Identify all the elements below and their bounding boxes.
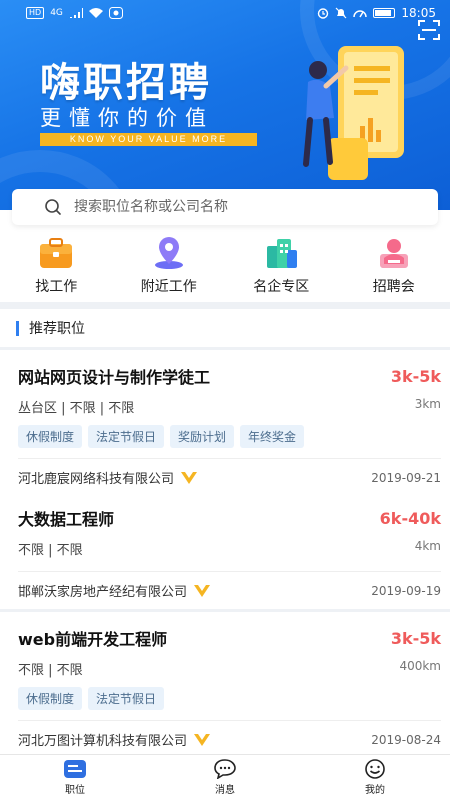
verified-badge-icon xyxy=(194,733,211,746)
job-title: 大数据工程师 xyxy=(18,510,115,529)
benefit-tag: 休假制度 xyxy=(18,425,83,448)
search-input[interactable] xyxy=(74,199,404,215)
benefit-tag: 法定节假日 xyxy=(88,687,165,710)
bottom-nav-profile[interactable]: 我的 xyxy=(330,759,420,796)
recommended-section-header: 推荐职位 xyxy=(0,309,450,347)
quick-nav-label: 附近工作 xyxy=(140,279,197,295)
buildings-icon xyxy=(267,239,298,268)
hero-title: 嗨职招聘 xyxy=(40,60,212,106)
mute-icon xyxy=(335,7,347,19)
quick-nav-label: 招聘会 xyxy=(372,279,415,295)
alarm-icon xyxy=(318,8,329,19)
clock: 18:05 xyxy=(401,6,436,20)
job-list-icon xyxy=(64,760,86,778)
section-accent-bar xyxy=(16,320,19,336)
job-distance: 4km xyxy=(414,539,441,553)
hero-tagline: KNOW YOUR VALUE MORE xyxy=(40,133,257,146)
briefcase-icon xyxy=(40,238,73,268)
job-card[interactable]: web前端开发工程师 3k-5k 不限 | 不限 400km 休假制度 法定节假… xyxy=(0,612,450,754)
job-card[interactable]: 大数据工程师 6k-40k 不限 | 不限 4km 邯郸沃家房地产经纪有限公司 … xyxy=(0,492,450,609)
battery-icon xyxy=(373,8,396,18)
company-info: 邯郸沃家房地产经纪有限公司 xyxy=(18,581,211,600)
bottom-nav-jobs[interactable]: 职位 xyxy=(30,759,120,796)
job-tags: 休假制度 法定节假日 奖励计划 年终奖金 xyxy=(18,425,441,448)
scan-icon[interactable] xyxy=(418,20,440,40)
wifi-icon xyxy=(88,8,103,18)
quick-nav-find-job[interactable]: 找工作 xyxy=(6,236,106,302)
status-bar: HD 4G 18:05 xyxy=(0,0,450,26)
job-tags: 休假制度 法定节假日 xyxy=(18,687,441,710)
job-distance: 400km xyxy=(399,659,441,673)
speed-icon xyxy=(353,10,368,18)
hero-subtitle: 更懂你的价值 xyxy=(40,106,214,130)
job-requirements: 丛台区 | 不限 | 不限 xyxy=(18,401,135,416)
job-title: 网站网页设计与制作学徒工 xyxy=(18,368,211,387)
bottom-nav: 职位 消息 我的 xyxy=(0,754,450,800)
bottom-nav-label: 职位 xyxy=(65,785,85,796)
search-icon xyxy=(45,199,61,215)
job-salary: 3k-5k xyxy=(390,366,441,386)
search-bar[interactable] xyxy=(12,189,438,225)
verified-badge-icon xyxy=(181,471,198,484)
job-date: 2019-09-21 xyxy=(371,470,441,485)
fair-icon xyxy=(379,239,408,268)
company-name: 河北万图计算机科技有限公司 xyxy=(18,734,188,749)
section-title: 推荐职位 xyxy=(29,321,85,337)
company-info: 河北万图计算机科技有限公司 xyxy=(18,730,211,749)
quick-nav-nearby-jobs[interactable]: 附近工作 xyxy=(119,236,219,302)
signal-type: 4G xyxy=(50,8,63,18)
quick-nav-job-fair[interactable]: 招聘会 xyxy=(344,236,444,302)
verified-badge-icon xyxy=(194,584,211,597)
message-icon xyxy=(214,759,236,779)
job-requirements: 不限 | 不限 xyxy=(18,543,83,558)
bottom-nav-messages[interactable]: 消息 xyxy=(180,759,270,796)
hero-illustration xyxy=(303,46,404,180)
job-date: 2019-08-24 xyxy=(371,732,441,747)
job-requirements: 不限 | 不限 xyxy=(18,663,83,678)
company-info: 河北鹿宸网络科技有限公司 xyxy=(18,468,198,487)
quick-nav-label: 找工作 xyxy=(35,279,78,295)
job-distance: 3km xyxy=(414,397,441,411)
benefit-tag: 年终奖金 xyxy=(240,425,305,448)
location-pin-icon xyxy=(154,237,183,269)
bottom-nav-label: 消息 xyxy=(215,785,235,796)
job-title: web前端开发工程师 xyxy=(18,630,168,649)
job-date: 2019-09-19 xyxy=(371,583,441,598)
benefit-tag: 休假制度 xyxy=(18,687,83,710)
company-name: 邯郸沃家房地产经纪有限公司 xyxy=(18,585,188,600)
benefit-tag: 奖励计划 xyxy=(170,425,235,448)
network-type: HD xyxy=(26,7,45,19)
benefit-tag: 法定节假日 xyxy=(88,425,165,448)
bottom-nav-label: 我的 xyxy=(365,785,385,796)
quick-nav-top-companies[interactable]: 名企专区 xyxy=(231,236,331,302)
signal-icon xyxy=(69,8,83,18)
job-salary: 3k-5k xyxy=(390,628,441,648)
job-salary: 6k-40k xyxy=(379,508,441,528)
job-card[interactable]: 网站网页设计与制作学徒工 3k-5k 丛台区 | 不限 | 不限 3km 休假制… xyxy=(0,350,450,496)
profile-icon xyxy=(365,759,385,779)
company-name: 河北鹿宸网络科技有限公司 xyxy=(18,472,175,487)
app-notification-icon xyxy=(108,7,123,19)
quick-nav-label: 名企专区 xyxy=(253,279,310,295)
hero-banner[interactable]: 嗨职招聘 更懂你的价值 KNOW YOUR VALUE MORE xyxy=(0,0,450,210)
